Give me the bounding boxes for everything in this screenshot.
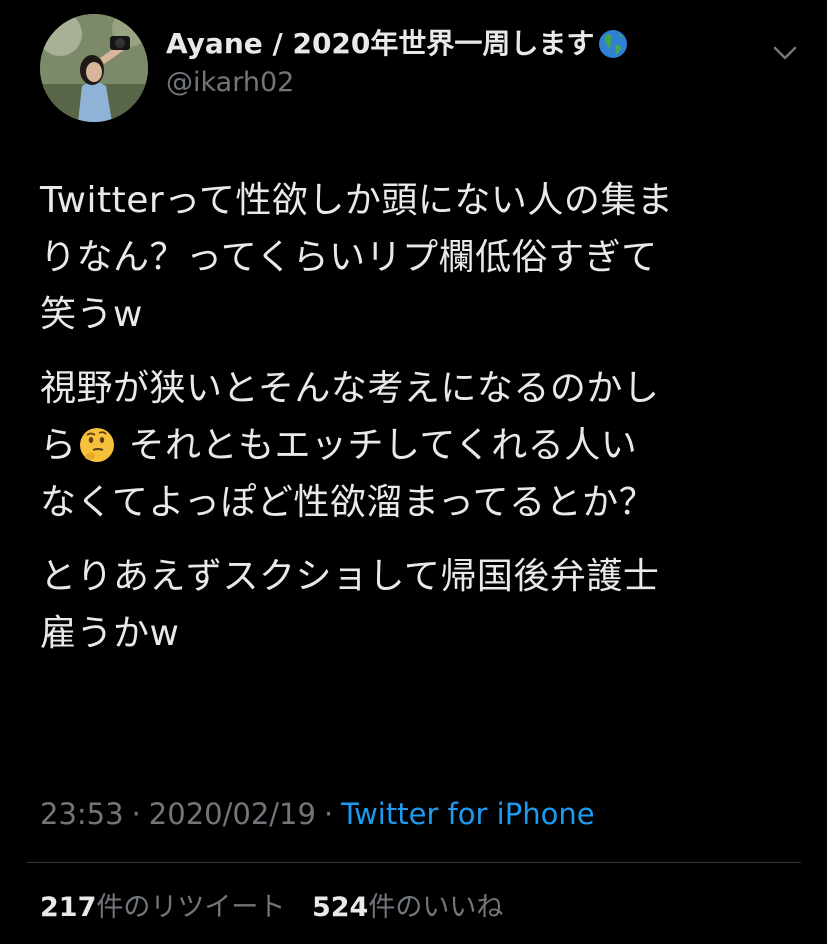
- tweet-paragraph: 視野が狭いとそんな考えになるのかし ら それともエッチしてくれる人い なくてよっ…: [40, 368, 660, 523]
- thinking-face-icon: [77, 425, 117, 465]
- tweet-paragraph: とりあえずスクショして帰国後弁護士 雇うかw: [40, 556, 660, 654]
- author-info: Ayane / 2020年世界一周します @ikarh02: [166, 24, 628, 100]
- retweet-count[interactable]: 217件のリツイート: [40, 892, 285, 923]
- avatar-photo: [40, 14, 148, 122]
- tweet-text: Twitterって性欲しか頭にない人の集ま りなん？ってくらいリプ欄低俗すぎて …: [40, 172, 800, 679]
- globe-americas-icon: [598, 29, 628, 59]
- avatar[interactable]: [40, 14, 148, 122]
- like-count-number: 524: [311, 892, 369, 923]
- meta-separator: ·: [131, 797, 141, 831]
- like-count[interactable]: 524件のいいね: [312, 892, 503, 923]
- author-display-name[interactable]: Ayane / 2020年世界一周します: [166, 24, 628, 64]
- tweet-metadata: 23:53 · 2020/02/19 · Twitter for iPhone: [40, 796, 595, 832]
- like-count-label: 件のいいね: [368, 892, 504, 923]
- tweet-client-link[interactable]: Twitter for iPhone: [341, 797, 594, 831]
- retweet-count-label: 件のリツイート: [96, 892, 286, 923]
- meta-separator: ·: [323, 797, 334, 831]
- tweet-date[interactable]: 2020/02/19: [149, 797, 316, 831]
- author-name-text: Ayane / 2020年世界一周します: [166, 27, 595, 60]
- chevron-down-icon[interactable]: [770, 38, 800, 68]
- retweet-count-number: 217: [40, 892, 97, 923]
- divider: [27, 862, 801, 863]
- author-handle[interactable]: @ikarh02: [166, 66, 628, 100]
- tweet-stats: 217件のリツイート 524件のいいね: [40, 890, 521, 926]
- tweet-paragraph: Twitterって性欲しか頭にない人の集ま りなん？ってくらいリプ欄低俗すぎて …: [40, 180, 674, 335]
- tweet-header: Ayane / 2020年世界一周します @ikarh02: [40, 14, 800, 124]
- tweet-time[interactable]: 23:53: [40, 797, 124, 831]
